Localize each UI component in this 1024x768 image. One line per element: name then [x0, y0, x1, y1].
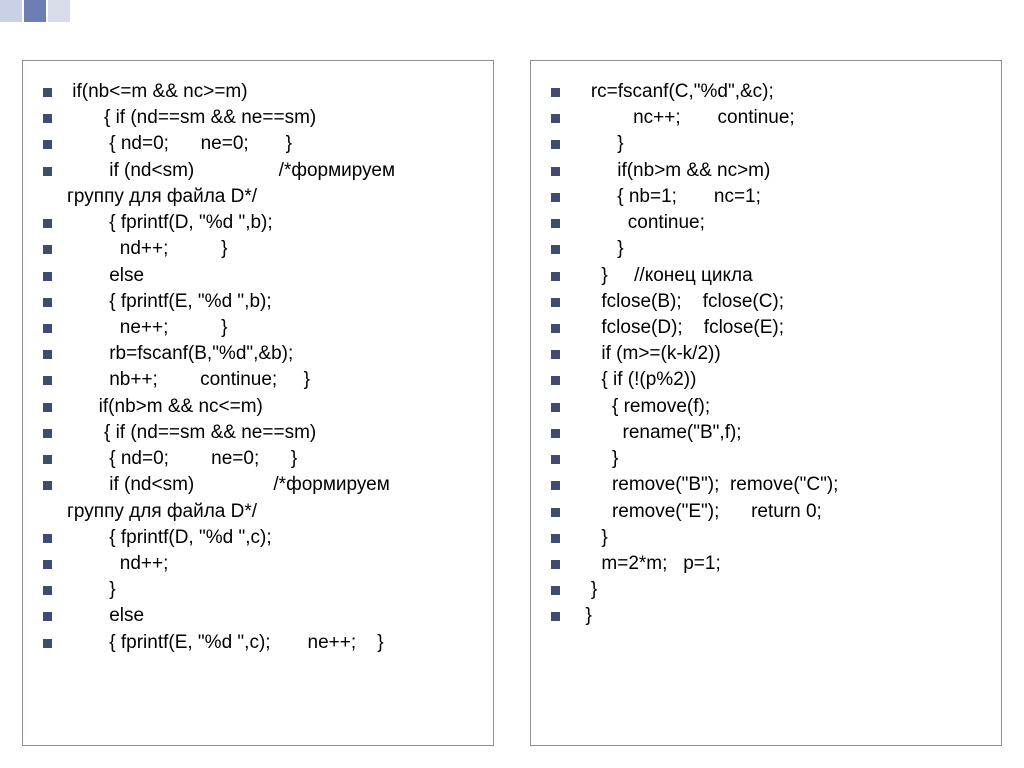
code-line: } — [545, 577, 987, 603]
code-line: if(nb>m && nc<=m) — [37, 394, 479, 420]
code-line: nd++; } — [37, 236, 479, 262]
code-line: { fprintf(E, "%d ",c); ne++; } — [37, 630, 479, 656]
code-line: { if (nd==sm && ne==sm) — [37, 105, 479, 131]
code-line: m=2*m; p=1; — [545, 551, 987, 577]
code-line: } — [545, 446, 987, 472]
code-line: { nd=0; ne=0; } — [37, 131, 479, 157]
code-line: if(nb>m && nc>m) — [545, 158, 987, 184]
code-line: nc++; continue; — [545, 105, 987, 131]
code-line: rb=fscanf(B,"%d",&b); — [37, 341, 479, 367]
code-line: fclose(B); fclose(C); — [545, 289, 987, 315]
code-line: continue; — [545, 210, 987, 236]
corner-decoration — [0, 0, 70, 22]
code-line: if (nd<sm) /*формируемгруппу для файла D… — [37, 472, 479, 524]
code-line: rename("B",f); — [545, 420, 987, 446]
code-line: } — [545, 236, 987, 262]
code-line: } //конец цикла — [545, 263, 987, 289]
code-line: { if (nd==sm && ne==sm) — [37, 420, 479, 446]
code-list-left: if(nb<=m && nc>=m) { if (nd==sm && ne==s… — [37, 79, 479, 656]
code-line: if (m>=(k-k/2)) — [545, 341, 987, 367]
code-line: else — [37, 603, 479, 629]
code-line: { fprintf(E, "%d ",b); — [37, 289, 479, 315]
code-line: nd++; — [37, 551, 479, 577]
code-line: { nb=1; nc=1; — [545, 184, 987, 210]
code-line: { fprintf(D, "%d ",c); — [37, 525, 479, 551]
code-line: remove("B"); remove("C"); — [545, 472, 987, 498]
deco-square — [48, 0, 70, 22]
code-line: { if (!(p%2)) — [545, 367, 987, 393]
code-line: else — [37, 263, 479, 289]
deco-square — [0, 0, 22, 22]
code-line: } — [37, 577, 479, 603]
code-line: rc=fscanf(C,"%d",&c); — [545, 79, 987, 105]
right-panel: rc=fscanf(C,"%d",&c); nc++; continue; } … — [530, 60, 1002, 746]
code-line: } — [545, 131, 987, 157]
code-line: nb++; continue; } — [37, 367, 479, 393]
code-line: if(nb<=m && nc>=m) — [37, 79, 479, 105]
left-panel: if(nb<=m && nc>=m) { if (nd==sm && ne==s… — [22, 60, 494, 746]
code-list-right: rc=fscanf(C,"%d",&c); nc++; continue; } … — [545, 79, 987, 630]
deco-square — [24, 0, 46, 22]
code-line: } — [545, 603, 987, 629]
code-line: fclose(D); fclose(E); — [545, 315, 987, 341]
code-line: remove("E"); return 0; — [545, 499, 987, 525]
slide-body: if(nb<=m && nc>=m) { if (nd==sm && ne==s… — [22, 60, 1002, 746]
code-line: { fprintf(D, "%d ",b); — [37, 210, 479, 236]
code-line: { nd=0; ne=0; } — [37, 446, 479, 472]
code-line: } — [545, 525, 987, 551]
code-line: ne++; } — [37, 315, 479, 341]
code-line: { remove(f); — [545, 394, 987, 420]
code-line: if (nd<sm) /*формируемгруппу для файла D… — [37, 158, 479, 210]
